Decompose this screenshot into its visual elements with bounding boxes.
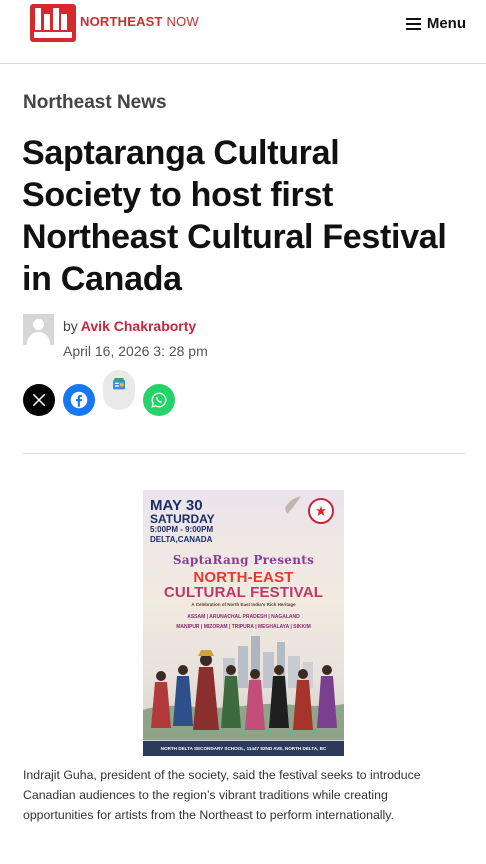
share-google-news-button[interactable] [103, 370, 135, 410]
article-category[interactable]: Northeast News [23, 92, 167, 114]
section-divider [23, 453, 465, 454]
google-news-icon [113, 378, 125, 390]
menu-label: Menu [426, 15, 466, 32]
poster-date: MAY 30 [150, 497, 203, 514]
facebook-icon [70, 391, 88, 409]
article-caption: Indrajit Guha, president of the society,… [23, 768, 421, 822]
poster-presents: SaptaRang Presents [172, 553, 315, 567]
x-icon [32, 393, 46, 407]
bird-icon [285, 496, 301, 514]
poster-city: DELTA,CANADA [150, 535, 213, 544]
poster-day: SATURDAY [150, 512, 215, 526]
logo-mark-icon [30, 4, 76, 42]
poster-venue: NORTH DELTA SECONDARY SCHOOL, 11447 82ND… [143, 741, 344, 756]
event-poster-image: MAY 30 SATURDAY 5:00PM - 9:00PM DELTA,CA… [143, 490, 344, 756]
author-link[interactable]: Avik Chakraborty [81, 318, 196, 334]
poster-festival-line2: CULTURAL FESTIVAL [163, 584, 324, 601]
share-whatsapp-button[interactable] [143, 384, 175, 416]
share-facebook-button[interactable] [63, 384, 95, 416]
share-x-button[interactable] [23, 384, 55, 416]
poster-date-block: MAY 30 SATURDAY 5:00PM - 9:00PM DELTA,CA… [150, 498, 215, 545]
menu-button[interactable]: Menu [405, 15, 466, 32]
poster-time: 5:00PM - 9:00PM [150, 525, 214, 534]
poster-states-line2: MANIPUR | MIZORAM | TRIPURA | MEGHALAYA … [176, 624, 311, 630]
logo-wordmark: NORTHEAST NOW [80, 14, 199, 29]
byline-text: by Avik Chakraborty [63, 318, 196, 334]
poster-tagline: A Celebration of North East India's Rich… [191, 602, 296, 607]
whatsapp-icon [151, 392, 167, 408]
author-avatar [23, 314, 54, 345]
site-logo[interactable]: NORTHEAST NOW [30, 4, 199, 42]
poster-festival-line1: NORTH-EAST [193, 569, 294, 586]
publish-date: April 16, 2026 3: 28 pm [63, 343, 208, 359]
article-title: Saptaranga Cultural Society to host firs… [22, 134, 447, 298]
dancers-illustration [143, 650, 344, 740]
site-header: NORTHEAST NOW Menu [0, 0, 486, 64]
hamburger-icon [405, 17, 421, 30]
logo-word-northeast: NORTHEAST [80, 13, 163, 29]
poster-states-line1: ASSAM | ARUNACHAL PRADESH | NAGALAND [187, 614, 300, 620]
logo-word-now: NOW [166, 13, 199, 29]
maple-leaf-icon [308, 498, 334, 524]
byline-prefix: by [63, 318, 78, 334]
